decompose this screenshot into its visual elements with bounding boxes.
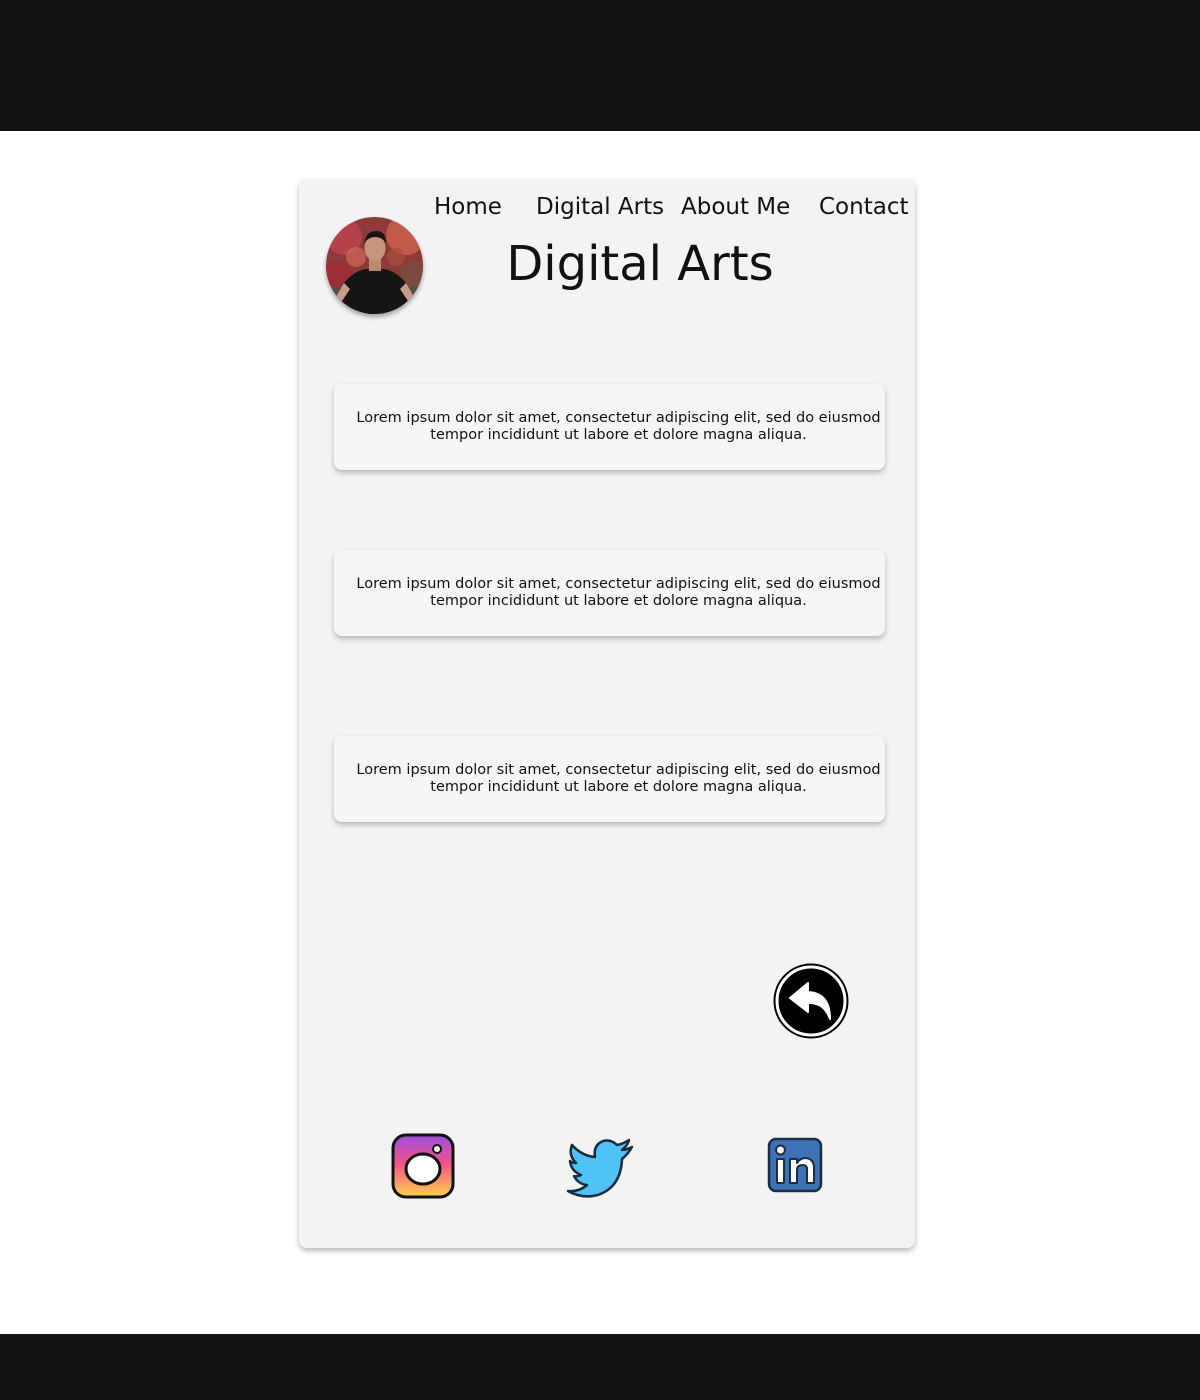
nav-digital-arts-link[interactable]: Digital Arts — [536, 194, 664, 220]
linkedin-link[interactable] — [767, 1137, 823, 1193]
page-card — [299, 179, 915, 1248]
top-frame-bar — [0, 0, 1200, 131]
nav-contact-link[interactable]: Contact — [819, 194, 908, 220]
card-text: Lorem ipsum dolor sit amet, consectetur … — [356, 576, 881, 609]
avatar — [326, 217, 423, 314]
nav-home-link[interactable]: Home — [434, 194, 502, 220]
bottom-frame-bar — [0, 1334, 1200, 1400]
page-title: Digital Arts — [506, 236, 774, 292]
linkedin-icon — [767, 1137, 823, 1193]
back-button[interactable] — [772, 962, 850, 1040]
back-arrow-icon — [773, 963, 849, 1039]
instagram-link[interactable] — [390, 1133, 456, 1199]
twitter-link[interactable] — [566, 1137, 636, 1199]
instagram-icon — [391, 1133, 455, 1199]
text-card: Lorem ipsum dolor sit amet, consectetur … — [334, 384, 885, 470]
card-text: Lorem ipsum dolor sit amet, consectetur … — [356, 762, 881, 795]
avatar-photo — [326, 217, 423, 314]
card-text: Lorem ipsum dolor sit amet, consectetur … — [356, 410, 881, 443]
text-card: Lorem ipsum dolor sit amet, consectetur … — [334, 736, 885, 822]
nav-about-me-link[interactable]: About Me — [681, 194, 790, 220]
text-card: Lorem ipsum dolor sit amet, consectetur … — [334, 550, 885, 636]
twitter-icon — [566, 1138, 634, 1198]
